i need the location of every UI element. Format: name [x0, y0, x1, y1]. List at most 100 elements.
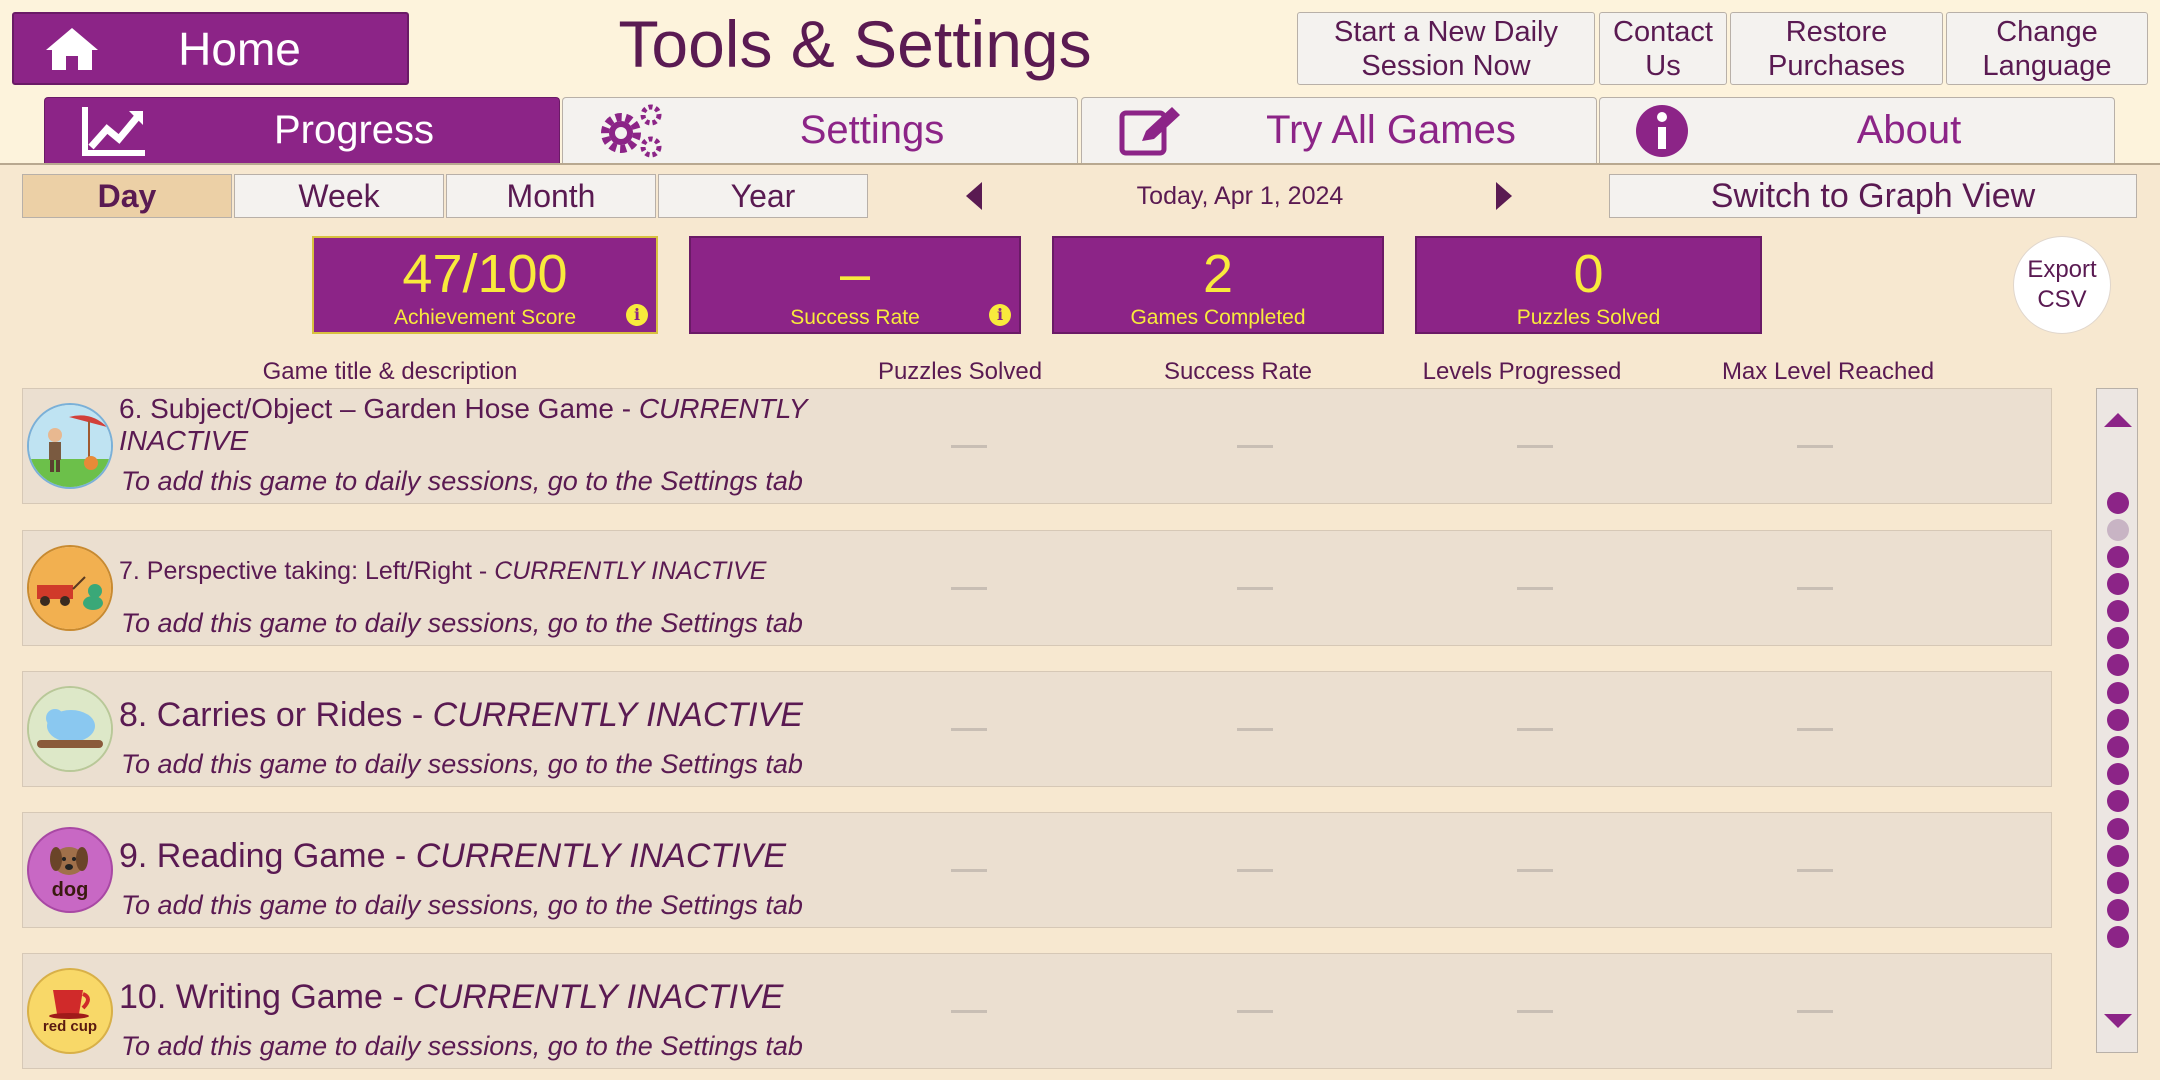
success-rate-value: –: [839, 244, 871, 304]
dog-icon: dog: [27, 827, 113, 913]
period-month-button[interactable]: Month: [446, 174, 656, 218]
chart-trend-icon: [82, 106, 145, 156]
column-header-levels-progressed: Levels Progressed: [1422, 358, 1622, 385]
scroll-dot[interactable]: [2107, 682, 2129, 704]
home-button[interactable]: Home: [12, 12, 409, 85]
scroll-down-icon[interactable]: [2102, 1012, 2134, 1032]
date-label: Today, Apr 1, 2024: [1136, 182, 1344, 210]
scroll-dot[interactable]: [2107, 763, 2129, 785]
achievement-score-label: Achievement Score: [393, 306, 577, 329]
scroll-dot[interactable]: [2107, 790, 2129, 812]
restore-purchases-button[interactable]: Restore Purchases: [1730, 12, 1943, 85]
success-rate-cell: [1237, 445, 1273, 448]
tab-try-all-games[interactable]: Try All Games: [1081, 97, 1597, 163]
table-row[interactable]: red cup 10. Writing Game - CURRENTLY INA…: [22, 953, 2052, 1069]
contact-us-button[interactable]: Contact Us: [1599, 12, 1727, 85]
scroll-dot[interactable]: [2107, 818, 2129, 840]
puzzles-solved-value: 0: [1573, 244, 1604, 304]
switch-to-graph-view-button[interactable]: Switch to Graph View: [1609, 174, 2137, 218]
game-subtitle: To add this game to daily sessions, go t…: [121, 749, 803, 779]
game-title: 6. Subject/Object – Garden Hose Game - C…: [119, 393, 807, 456]
puzzles-solved-label: Puzzles Solved: [1516, 306, 1661, 329]
game-title: 9. Reading Game - CURRENTLY INACTIVE: [119, 837, 787, 875]
success-rate-label: Success Rate: [790, 306, 920, 329]
change-language-button[interactable]: Change Language: [1946, 12, 2148, 85]
table-row[interactable]: dog 9. Reading Game - CURRENTLY INACTIVE…: [22, 812, 2052, 928]
max-level-cell: [1797, 1010, 1833, 1013]
next-date-icon[interactable]: [1488, 178, 1518, 214]
scroll-dot[interactable]: [2107, 573, 2129, 595]
tab-progress-label: Progress: [273, 108, 435, 152]
home-label: Home: [178, 22, 301, 75]
scroll-dot[interactable]: [2107, 926, 2129, 948]
scrollbar[interactable]: [2096, 388, 2138, 1053]
game-title: 8. Carries or Rides - CURRENTLY INACTIVE: [119, 696, 803, 734]
column-header-puzzles-solved: Puzzles Solved: [877, 358, 1043, 385]
success-rate-cell: [1237, 728, 1273, 731]
scroll-dot[interactable]: [2107, 492, 2129, 514]
puzzles-solved-cell: [951, 445, 987, 448]
levels-progressed-cell: [1517, 1010, 1553, 1013]
puzzles-solved-cell: [951, 1010, 987, 1013]
scroll-dot[interactable]: [2107, 872, 2129, 894]
scroll-dot-current[interactable]: [2107, 519, 2129, 541]
tab-progress[interactable]: Progress: [44, 97, 560, 163]
period-week-button[interactable]: Week: [234, 174, 444, 218]
success-rate-cell: [1237, 587, 1273, 590]
game-subtitle: To add this game to daily sessions, go t…: [121, 466, 803, 496]
table-row[interactable]: 7. Perspective taking: Left/Right - CURR…: [22, 530, 2052, 646]
scroll-dot[interactable]: [2107, 899, 2129, 921]
wagon-duck-icon: [27, 545, 113, 631]
success-rate-cell: [1237, 869, 1273, 872]
column-header-success-rate: Success Rate: [1163, 358, 1313, 385]
scroll-dot[interactable]: [2107, 627, 2129, 649]
game-subtitle: To add this game to daily sessions, go t…: [121, 890, 803, 920]
success-rate-cell: [1237, 1010, 1273, 1013]
levels-progressed-cell: [1517, 869, 1553, 872]
game-title: 7. Perspective taking: Left/Right - CURR…: [119, 557, 767, 585]
puzzles-solved-cell: [951, 869, 987, 872]
achievement-score-value: 47/100: [402, 244, 568, 304]
tab-settings[interactable]: Settings: [562, 97, 1078, 163]
puzzles-solved-cell: [951, 728, 987, 731]
previous-date-icon[interactable]: [960, 178, 990, 214]
period-year-button[interactable]: Year: [658, 174, 868, 218]
table-row[interactable]: 6. Subject/Object – Garden Hose Game - C…: [22, 388, 2052, 504]
scroll-up-icon[interactable]: [2102, 409, 2134, 429]
scroll-dot[interactable]: [2107, 600, 2129, 622]
game-subtitle: To add this game to daily sessions, go t…: [121, 1031, 803, 1061]
games-completed-value: 2: [1202, 244, 1234, 304]
tab-try-all-games-label: Try All Games: [1266, 108, 1516, 152]
home-icon: [46, 27, 98, 70]
max-level-cell: [1797, 587, 1833, 590]
gears-icon: [601, 104, 662, 157]
levels-progressed-cell: [1517, 445, 1553, 448]
levels-progressed-cell: [1517, 728, 1553, 731]
games-completed-label: Games Completed: [1130, 306, 1306, 329]
scroll-dot[interactable]: [2107, 709, 2129, 731]
info-icon[interactable]: i: [626, 304, 648, 326]
red-cup-icon-text: red cup: [42, 1018, 98, 1035]
red-cup-icon: red cup: [27, 968, 113, 1054]
table-row[interactable]: 8. Carries or Rides - CURRENTLY INACTIVE…: [22, 671, 2052, 787]
max-level-cell: [1797, 728, 1833, 731]
period-day-button[interactable]: Day: [22, 174, 232, 218]
games-completed-card: 2 Games Completed: [1052, 236, 1384, 334]
puzzles-solved-cell: [951, 587, 987, 590]
garden-hose-icon: [27, 403, 113, 489]
max-level-cell: [1797, 869, 1833, 872]
hippo-icon: [27, 686, 113, 772]
scroll-dot[interactable]: [2107, 654, 2129, 676]
dog-icon-text: dog: [51, 879, 89, 901]
scroll-dot[interactable]: [2107, 845, 2129, 867]
tab-about[interactable]: About: [1599, 97, 2115, 163]
column-header-title: Game title & description: [262, 358, 518, 385]
scroll-dot[interactable]: [2107, 736, 2129, 758]
levels-progressed-cell: [1517, 587, 1553, 590]
start-daily-session-button[interactable]: Start a New Daily Session Now: [1297, 12, 1595, 85]
scroll-dot[interactable]: [2107, 546, 2129, 568]
max-level-cell: [1797, 445, 1833, 448]
achievement-score-card[interactable]: 47/100 Achievement Score i: [312, 236, 658, 334]
info-icon[interactable]: i: [989, 304, 1011, 326]
export-csv-button[interactable]: Export CSV: [2013, 236, 2111, 334]
